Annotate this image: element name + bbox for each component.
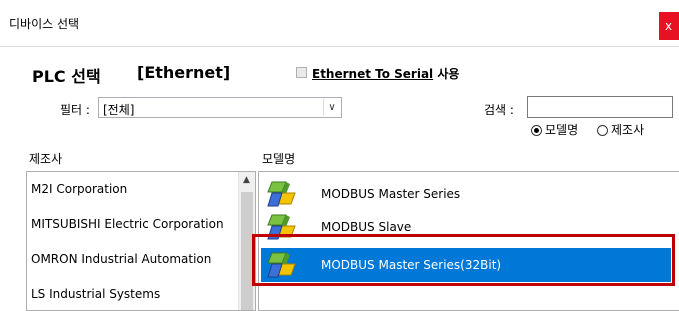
plc-select-label: PLC 선택 (32, 67, 101, 86)
list-item[interactable]: MITSUBISHI Electric Corporation (31, 217, 224, 231)
window-title: 디바이스 선택 (9, 17, 80, 31)
connection-type-label: [Ethernet] (137, 63, 231, 82)
radio-manufacturer[interactable]: 제조사 (597, 121, 644, 138)
title-bar: 디바이스 선택 x (0, 0, 679, 47)
filter-value: [전체] (103, 103, 135, 117)
ethernet-to-serial-label[interactable]: Ethernet To Serial 사용 (312, 65, 459, 82)
ethernet-to-serial-checkbox[interactable] (296, 67, 307, 78)
model-header: 모델명 (262, 152, 296, 166)
chevron-down-icon[interactable]: ∨ (323, 99, 340, 116)
highlight-annotation (252, 234, 675, 286)
list-item[interactable]: MODBUS Master Series (261, 177, 671, 211)
radio-selected-icon (531, 125, 542, 136)
module-icon (267, 181, 296, 207)
list-item[interactable]: LS Industrial Systems (31, 287, 160, 301)
manufacturer-header: 제조사 (29, 152, 63, 166)
radio-model-name-label: 모델명 (545, 123, 579, 137)
model-name: MODBUS Slave (321, 220, 412, 234)
radio-unselected-icon (597, 125, 608, 136)
manufacturer-list[interactable]: M2I Corporation MITSUBISHI Electric Corp… (26, 171, 256, 311)
radio-model-name[interactable]: 모델명 (531, 121, 578, 138)
filter-dropdown[interactable]: [전체] ∨ (98, 97, 342, 118)
filter-label: 필터 : (60, 103, 90, 117)
model-name: MODBUS Master Series (321, 187, 461, 201)
radio-manufacturer-label: 제조사 (611, 123, 645, 137)
list-item[interactable]: M2I Corporation (31, 182, 127, 196)
search-label: 검색 : (484, 103, 514, 117)
ethernet-to-serial-suffix: 사용 (433, 67, 460, 81)
scroll-up-icon[interactable]: ▲ (243, 175, 250, 185)
close-button[interactable]: x (659, 12, 679, 40)
list-item[interactable]: OMRON Industrial Automation (31, 252, 211, 266)
ethernet-to-serial-link[interactable]: Ethernet To Serial (312, 67, 433, 81)
search-input[interactable] (527, 96, 673, 118)
